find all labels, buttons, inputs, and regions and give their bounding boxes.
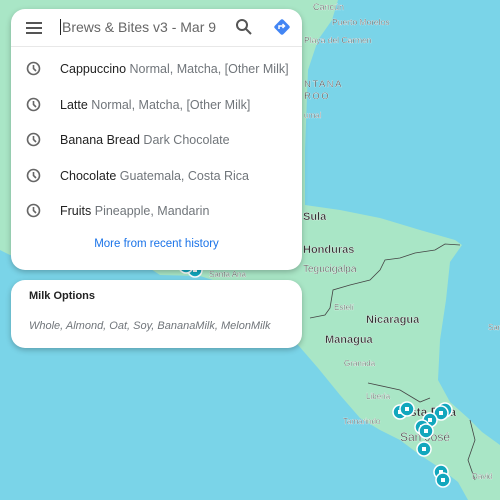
recent-item-title: Cappuccino (60, 62, 127, 76)
map-label-san: San (488, 323, 500, 332)
map-label-tulum: umal (304, 111, 322, 120)
location-marker[interactable] (416, 441, 432, 457)
location-marker[interactable] (435, 472, 451, 488)
map-label-granada: Granada (344, 359, 376, 368)
map-label-esteli: Estelí (334, 303, 355, 312)
map-label-managua: Managua (325, 334, 374, 346)
recent-item-title: Chocolate (60, 168, 117, 183)
search-input[interactable]: Brews & Bites v3 - Mar 9 (60, 19, 216, 35)
recent-history-item[interactable]: Banana Bread Dark Chocolate (11, 125, 302, 155)
map-label-sula: Sula (303, 211, 327, 223)
recent-item-title: Latte (60, 97, 88, 112)
map-label-roo: ROO (304, 91, 330, 102)
search-panel: Brews & Bites v3 - Mar 9 Cappuccino Norm… (11, 9, 302, 270)
recent-item-title: Banana Bread (60, 133, 140, 147)
map-label-puerto-morelos: Puerto Morelos (332, 17, 390, 27)
history-clock-icon (26, 203, 41, 218)
history-clock-icon (26, 61, 41, 76)
search-bar[interactable]: Brews & Bites v3 - Mar 9 (11, 9, 302, 47)
milk-options-list: Whole, Almond, Oat, Soy, BananaMilk, Mel… (29, 320, 271, 332)
history-clock-icon (26, 97, 41, 111)
history-clock-icon (26, 132, 41, 147)
recent-history-item[interactable]: Fruits Pineapple, Mandarin (11, 196, 302, 226)
recent-item-detail: Normal, Matcha, [Other Milk] (91, 97, 251, 112)
map-label-tegucigalpa: Tegucigalpa (303, 264, 357, 275)
map-label-quintana: NTANA (304, 79, 343, 90)
recent-history-item[interactable]: Latte Normal, Matcha, [Other Milk] (11, 90, 302, 120)
milk-options-card: Milk Options Whole, Almond, Oat, Soy, Ba… (11, 280, 302, 348)
hamburger-menu-icon[interactable] (26, 22, 42, 34)
map-label-liberia: Liberia (366, 392, 391, 401)
history-clock-icon (26, 168, 41, 182)
recent-item-detail: Guatemala, Costa Rica (119, 168, 250, 183)
map-label-david: David (472, 472, 492, 481)
map-label-cancun: Cancún (313, 2, 344, 12)
recent-item-title: Fruits (60, 204, 92, 218)
recent-item-detail: Normal, Matcha, [Other Milk] (129, 62, 289, 76)
recent-history-item[interactable]: Chocolate Guatemala, Costa Rica (11, 161, 302, 191)
map-label-tamarindo: Tamarindo (343, 417, 381, 426)
location-marker[interactable] (399, 401, 415, 417)
map-label-nicaragua: Nicaragua (366, 314, 420, 326)
map-label-honduras: Honduras (303, 244, 354, 256)
recent-item-detail: Dark Chocolate (143, 133, 230, 147)
recent-item-detail: Pineapple, Mandarin (94, 204, 210, 218)
search-icon[interactable] (235, 18, 253, 36)
milk-options-title: Milk Options (29, 290, 95, 302)
location-marker[interactable] (418, 423, 434, 439)
more-history-link[interactable]: More from recent history (11, 238, 302, 250)
map-label-playa: Playa del Carmen (304, 35, 372, 45)
directions-icon[interactable] (273, 18, 291, 36)
recent-history-item[interactable]: Cappuccino Normal, Matcha, [Other Milk] (11, 54, 302, 84)
map-label-santa-ana: Santa Ana (209, 270, 246, 279)
